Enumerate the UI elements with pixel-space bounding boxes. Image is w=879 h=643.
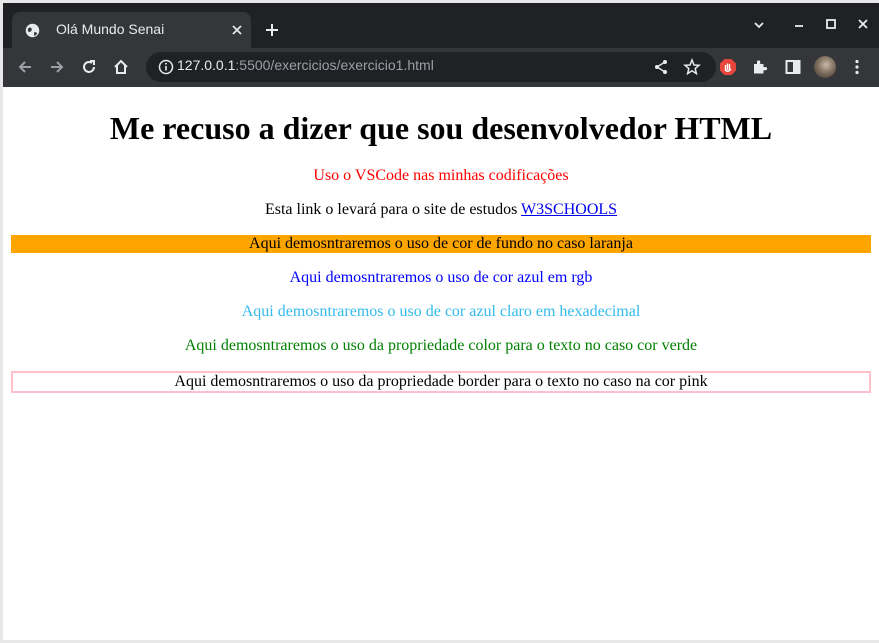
globe-icon: [25, 23, 40, 38]
vscode-paragraph: Uso o VSCode nas minhas codificações: [313, 167, 569, 184]
new-tab-icon[interactable]: [264, 22, 280, 38]
browser-window: Olá Mundo Senai 127.0.0.1:5500/exercicio…: [3, 3, 879, 640]
rgb-blue-paragraph: Aqui demosntraremos o uso de cor azul em…: [289, 269, 593, 286]
maximize-icon[interactable]: [823, 17, 839, 33]
active-tab[interactable]: Olá Mundo Senai: [12, 12, 251, 48]
url-text[interactable]: 127.0.0.1:5500/exercicios/exercicio1.htm…: [177, 57, 434, 73]
forward-arrow-icon[interactable]: [48, 58, 66, 76]
page-heading: Me recuso a dizer que sou desenvolvedor …: [109, 110, 773, 146]
kebab-menu-icon[interactable]: [848, 58, 866, 76]
share-icon[interactable]: [652, 58, 670, 76]
toolbar: 127.0.0.1:5500/exercicios/exercicio1.htm…: [3, 48, 879, 87]
avatar[interactable]: [814, 56, 836, 78]
home-icon[interactable]: [112, 58, 130, 76]
adblock-extension-icon[interactable]: [719, 58, 737, 76]
link-prefix: Esta link o levará para o site de estudo…: [264, 201, 522, 218]
back-arrow-icon[interactable]: [16, 58, 34, 76]
green-paragraph: Aqui demosntraremos o uso da propriedade…: [184, 337, 698, 354]
tab-search-chevron-down-icon[interactable]: [751, 17, 767, 33]
link-paragraph: Esta link o levará para o site de estudo…: [11, 201, 871, 219]
side-panel-icon[interactable]: [784, 58, 802, 76]
hex-light-blue-paragraph: Aqui demosntraremos o uso de cor azul cl…: [241, 303, 641, 320]
page-content: Me recuso a dizer que sou desenvolvedor …: [3, 87, 879, 640]
tab-title: Olá Mundo Senai: [56, 21, 165, 37]
reload-icon[interactable]: [80, 58, 98, 76]
minimize-icon[interactable]: [791, 17, 807, 33]
bookmark-star-icon[interactable]: [683, 58, 701, 76]
w3schools-link[interactable]: W3SCHOOLS: [521, 201, 617, 218]
close-icon[interactable]: [230, 23, 244, 37]
info-icon[interactable]: [158, 59, 174, 75]
address-bar[interactable]: 127.0.0.1:5500/exercicios/exercicio1.htm…: [146, 52, 716, 82]
tab-strip: Olá Mundo Senai: [3, 3, 879, 48]
orange-background-paragraph: Aqui demosntraremos o uso de cor de fund…: [11, 235, 871, 253]
close-window-icon[interactable]: [855, 17, 871, 33]
puzzle-extensions-icon[interactable]: [751, 58, 769, 76]
pink-border-paragraph: Aqui demosntraremos o uso da propriedade…: [11, 371, 871, 393]
